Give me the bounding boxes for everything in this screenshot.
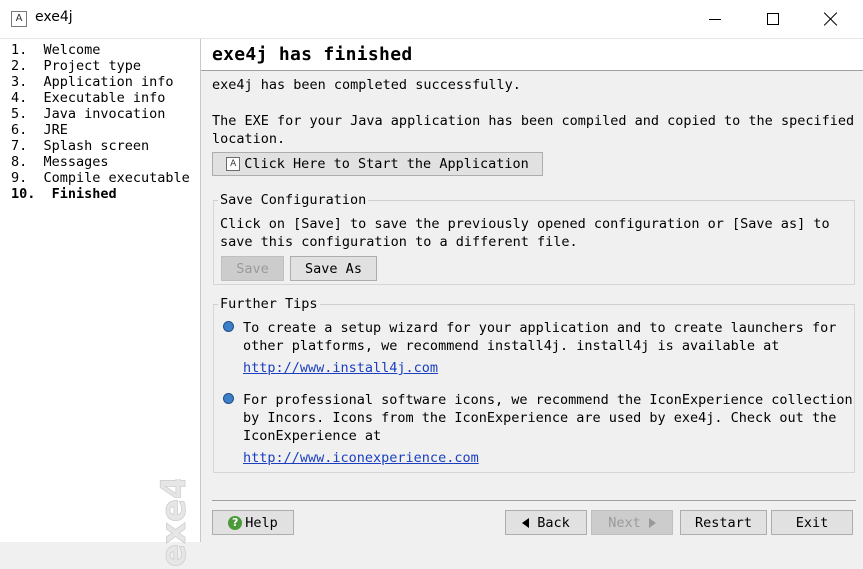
save-as-button[interactable]: Save As (290, 256, 377, 281)
next-label: Next (608, 514, 641, 531)
close-icon (824, 12, 838, 26)
tip2-line1: For professional software icons, we reco… (243, 392, 853, 408)
help-button[interactable]: ? Help (212, 510, 294, 535)
tip2-line2: by Incors. Icons from the IconExperience… (243, 410, 837, 426)
exe-info-line2: location. (212, 131, 286, 147)
maximize-button[interactable] (744, 0, 802, 38)
back-label: Back (537, 514, 570, 531)
save-config-text-line1: Click on [Save] to save the previously o… (220, 216, 830, 232)
maximize-icon (767, 13, 779, 25)
step-item: 8. Messages (11, 154, 109, 170)
further-tips-legend: Further Tips (220, 296, 318, 312)
step-item: 4. Executable info (11, 90, 166, 106)
help-icon: ? (228, 515, 243, 530)
step-item: 6. JRE (11, 122, 68, 138)
save-configuration-legend: Save Configuration (220, 192, 367, 208)
footer-divider (212, 500, 856, 501)
start-application-button[interactable]: A Click Here to Start the Application (212, 152, 543, 176)
minimize-icon (709, 18, 721, 20)
title-bar: A exe4j (0, 0, 863, 39)
success-message: exe4j has been completed successfully. (212, 77, 521, 93)
close-button[interactable] (802, 0, 860, 38)
next-arrow-icon (648, 517, 656, 528)
main-panel: exe4j has finished exe4j has been comple… (201, 39, 863, 542)
start-application-label: Click Here to Start the Application (244, 156, 529, 172)
tip1-line2: other platforms, we recommend install4j.… (243, 338, 780, 354)
step-item: 2. Project type (11, 58, 142, 74)
step-item: 10. Finished (11, 186, 117, 202)
wizard-steps-sidebar: 1. Welcome 2. Project type 3. Application … (0, 39, 201, 567)
exe4j-app-icon: A (226, 157, 241, 171)
tip1-line1: To create a setup wizard for your applic… (243, 320, 837, 336)
window-title: exe4j (35, 9, 73, 25)
exe4j-watermark-logo: exe4j (154, 479, 192, 567)
exe-info-line1: The EXE for your Java application has be… (212, 113, 855, 129)
app-icon: A (11, 11, 27, 27)
step-item: 5. Java invocation (11, 106, 166, 122)
watermark-text: exe4j (154, 479, 192, 567)
tip2-line3: IconExperience at (243, 428, 382, 444)
step-item: 9. Compile executable (11, 170, 190, 186)
save-button[interactable]: Save (221, 256, 284, 281)
bullet-icon (223, 321, 234, 332)
page-header: exe4j has finished (201, 39, 863, 71)
iconexperience-link[interactable]: http://www.iconexperience.com (243, 449, 479, 467)
save-config-text-line2: save this configuration to a different f… (220, 234, 578, 250)
exit-button[interactable]: Exit (771, 510, 853, 535)
step-item: 1. Welcome (11, 42, 101, 58)
step-item: 7. Splash screen (11, 138, 150, 154)
bullet-icon (223, 393, 234, 404)
steps-list: 1. Welcome 2. Project type 3. Application … (0, 39, 200, 202)
help-label: Help (245, 514, 278, 531)
back-arrow-icon (522, 517, 530, 528)
back-button[interactable]: Back (505, 510, 587, 535)
step-item: 3. Application info (11, 74, 174, 90)
install4j-link[interactable]: http://www.install4j.com (243, 359, 438, 377)
next-button[interactable]: Next (591, 510, 673, 535)
restart-button[interactable]: Restart (680, 510, 767, 535)
page-title: exe4j has finished (212, 44, 413, 65)
minimize-button[interactable] (686, 0, 744, 38)
